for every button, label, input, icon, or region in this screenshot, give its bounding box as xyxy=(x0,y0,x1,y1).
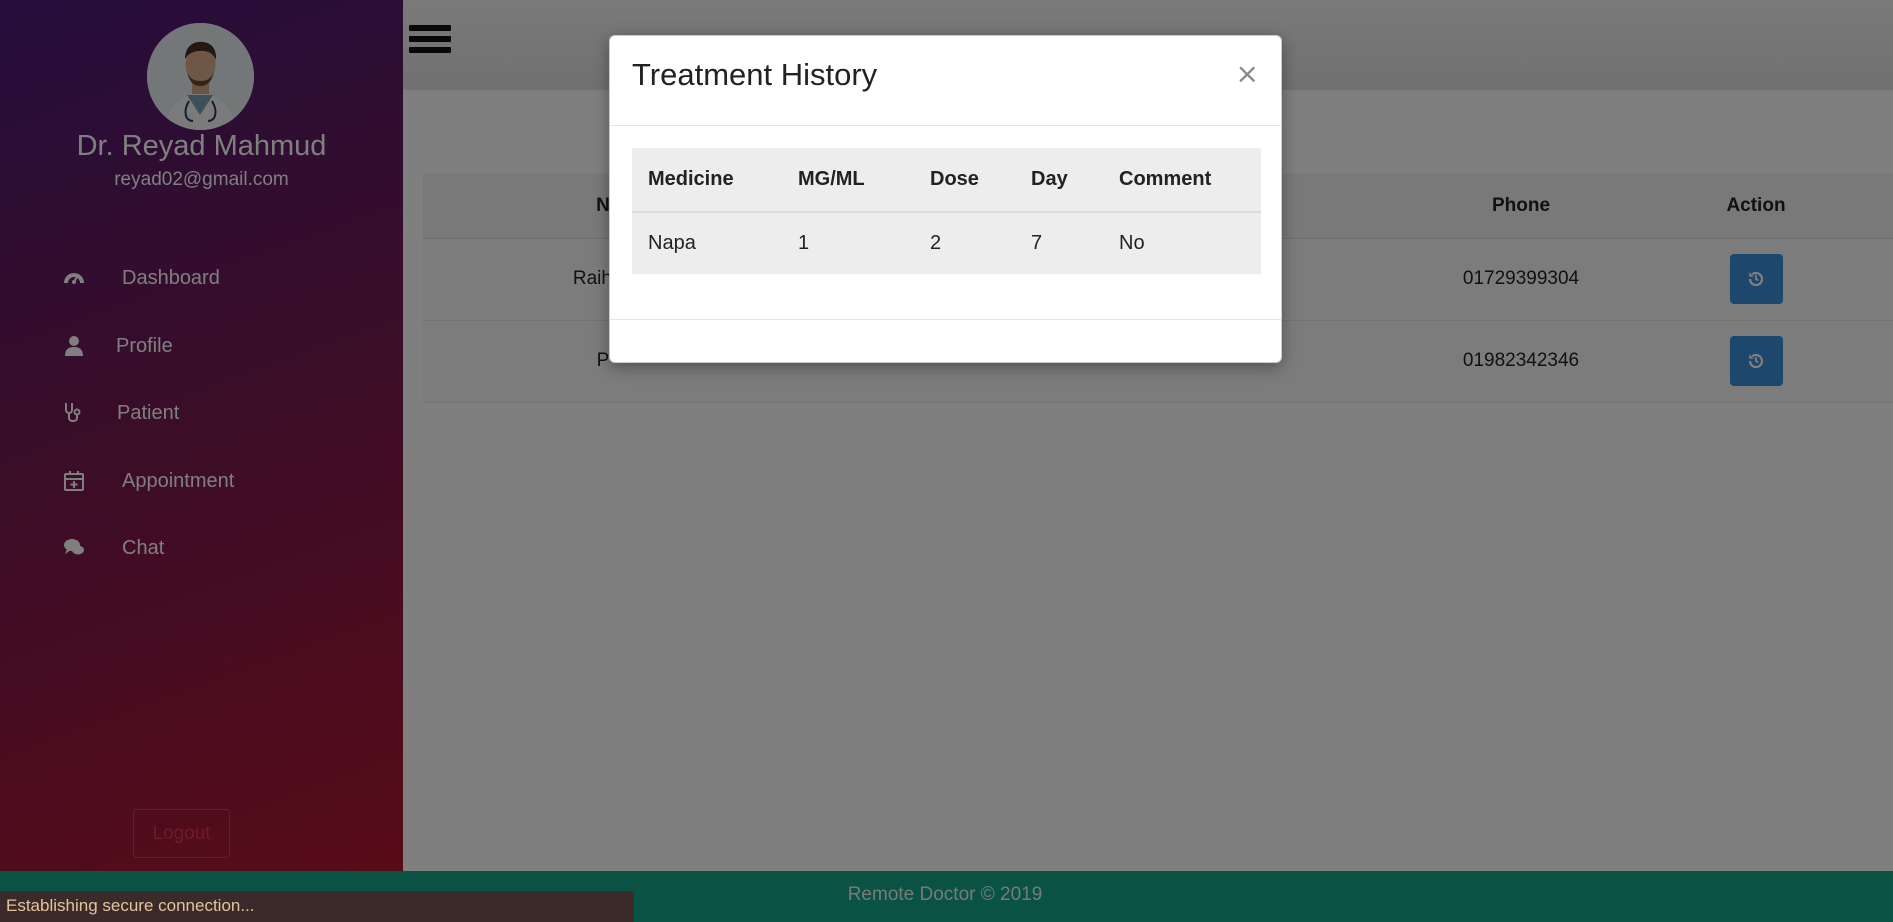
modal-title: Treatment History xyxy=(632,57,878,92)
comment-cell: No xyxy=(1119,232,1145,254)
treatment-table: Medicine MG/ML Dose Day Comment Napa 1 2… xyxy=(632,148,1261,274)
column-header: Comment xyxy=(1103,148,1261,213)
modal-header: Treatment History × xyxy=(610,36,1281,126)
close-icon[interactable]: × xyxy=(1236,60,1259,88)
mgml-cell: 1 xyxy=(798,232,810,254)
column-header: Medicine xyxy=(632,148,782,213)
column-header: Dose xyxy=(914,148,1015,213)
medicine-cell: Napa xyxy=(648,232,696,254)
day-cell: 7 xyxy=(1031,232,1043,254)
modal-body: Medicine MG/ML Dose Day Comment Napa 1 2… xyxy=(632,148,1261,274)
browser-status-bar: Establishing secure connection... xyxy=(0,891,634,922)
table-header-row: Medicine MG/ML Dose Day Comment xyxy=(632,148,1261,213)
dose-cell: 2 xyxy=(930,232,942,254)
column-header: Day xyxy=(1015,148,1103,213)
modal-footer-divider xyxy=(610,319,1281,320)
table-row: Napa 1 2 7 No xyxy=(632,212,1261,274)
treatment-history-modal: Treatment History × Medicine MG/ML Dose … xyxy=(609,35,1282,363)
column-header: MG/ML xyxy=(782,148,914,213)
